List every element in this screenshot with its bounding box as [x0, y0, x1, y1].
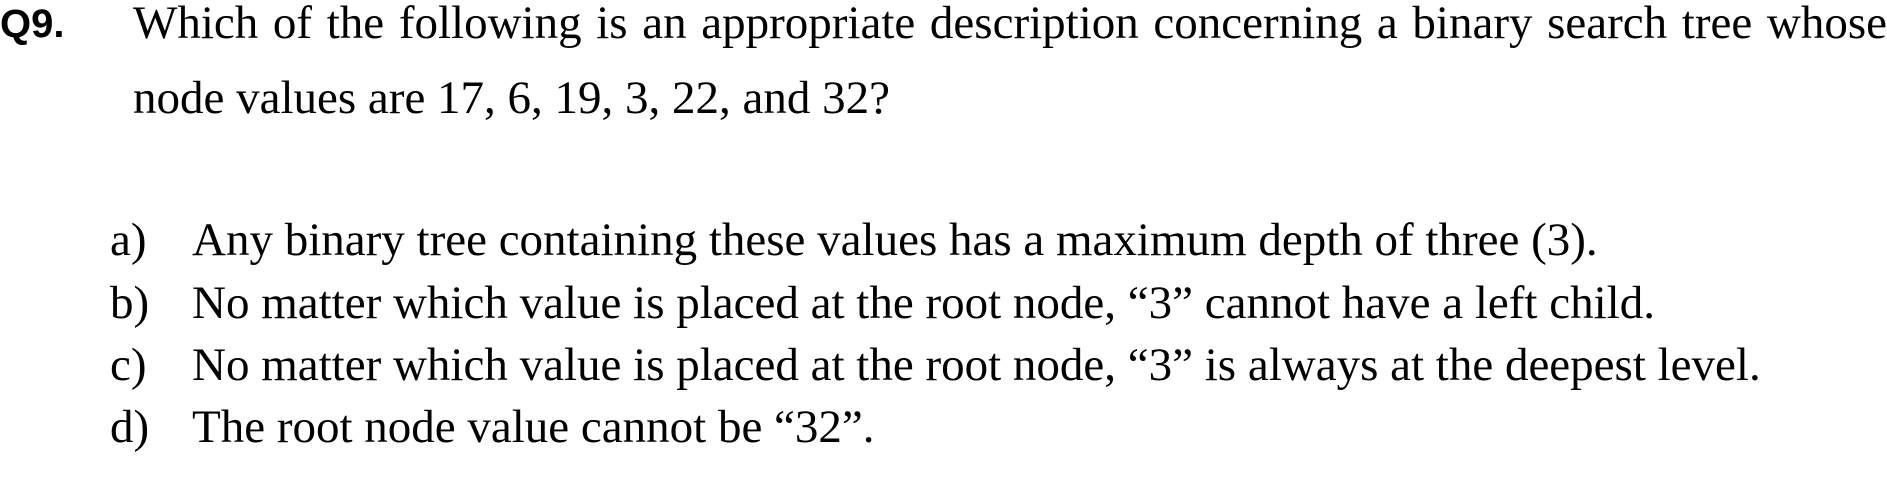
option-c-letter: c): [110, 339, 147, 391]
option-a-text: Any binary tree containing these values …: [192, 214, 1598, 266]
option-c-text: No matter which value is placed at the r…: [192, 339, 1761, 391]
option-b-text: No matter which value is placed at the r…: [192, 277, 1655, 329]
question-text: Which of the following is an appropriate…: [133, 0, 1887, 124]
option-b-letter: b): [110, 277, 150, 329]
question-number: Q9.: [0, 2, 65, 46]
option-a-letter: a): [110, 214, 147, 266]
option-d-letter: d): [110, 401, 150, 453]
option-d-text: The root node value cannot be “32”.: [192, 401, 875, 453]
